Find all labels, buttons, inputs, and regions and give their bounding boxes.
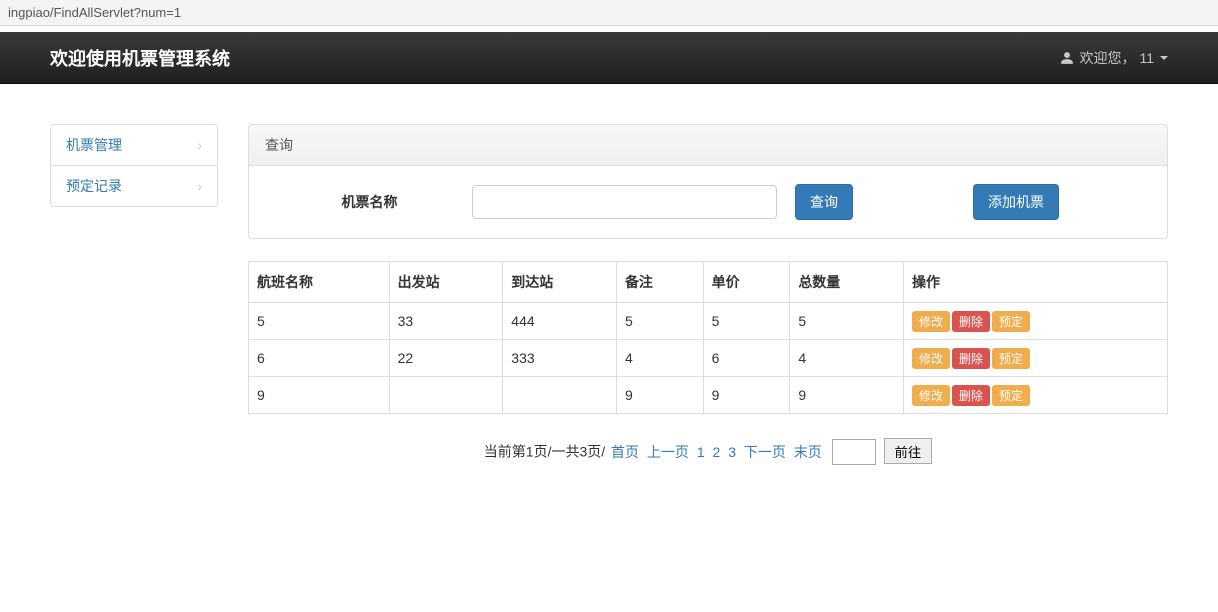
sidebar: 机票管理 › 预定记录 ›: [50, 124, 218, 489]
book-button[interactable]: 预定: [992, 348, 1030, 369]
page-2[interactable]: 2: [713, 444, 721, 460]
sidebar-item-label: 机票管理: [66, 135, 122, 155]
table-row: 622333464修改删除预定: [249, 340, 1168, 377]
ops-cell: 修改删除预定: [903, 340, 1167, 377]
tickets-table: 航班名称 出发站 到达站 备注 单价 总数量 操作 533444555修改删除预…: [248, 261, 1168, 414]
pagination: 当前第1页/一共3页/ 首页 上一页 1 2 3 下一页 末页 前往: [248, 414, 1168, 489]
add-ticket-button[interactable]: 添加机票: [973, 184, 1059, 220]
search-button[interactable]: 查询: [795, 184, 853, 220]
ops-cell: 修改删除预定: [903, 303, 1167, 340]
table-cell: 5: [703, 303, 790, 340]
table-row: 533444555修改删除预定: [249, 303, 1168, 340]
app-title: 欢迎使用机票管理系统: [50, 45, 230, 71]
table-cell: 9: [703, 377, 790, 414]
user-menu[interactable]: 欢迎您， 11: [1060, 48, 1168, 68]
table-cell: [389, 377, 503, 414]
panel-title: 查询: [249, 125, 1167, 166]
edit-button[interactable]: 修改: [912, 385, 950, 406]
sidebar-item-label: 预定记录: [66, 176, 122, 196]
col-ops: 操作: [903, 262, 1167, 303]
delete-button[interactable]: 删除: [952, 385, 990, 406]
table-cell: 5: [616, 303, 703, 340]
table-cell: 5: [790, 303, 904, 340]
sidebar-item-tickets[interactable]: 机票管理 ›: [51, 125, 217, 166]
book-button[interactable]: 预定: [992, 311, 1030, 332]
table-cell: 9: [616, 377, 703, 414]
page-1[interactable]: 1: [697, 444, 705, 460]
page-last[interactable]: 末页: [794, 444, 822, 460]
table-cell: 6: [703, 340, 790, 377]
page-prev[interactable]: 上一页: [647, 444, 689, 460]
search-input[interactable]: [472, 185, 777, 219]
table-cell: 9: [790, 377, 904, 414]
table-cell: 9: [249, 377, 390, 414]
edit-button[interactable]: 修改: [912, 311, 950, 332]
book-button[interactable]: 预定: [992, 385, 1030, 406]
page-number-input[interactable]: [832, 439, 876, 465]
main-content: 查询 机票名称 查询 添加机票 航班名称 出发站 到达站 备注 单价 总数量 操…: [248, 124, 1168, 489]
page-info: 当前第1页/一共3页/: [484, 444, 605, 460]
table-header-row: 航班名称 出发站 到达站 备注 单价 总数量 操作: [249, 262, 1168, 303]
page-go-button[interactable]: 前往: [884, 438, 933, 464]
col-price: 单价: [703, 262, 790, 303]
user-greeting: 欢迎您，: [1080, 48, 1136, 68]
col-to: 到达站: [503, 262, 617, 303]
col-note: 备注: [616, 262, 703, 303]
table-cell: [503, 377, 617, 414]
chevron-right-icon: ›: [197, 178, 202, 194]
col-from: 出发站: [389, 262, 503, 303]
browser-url-bar[interactable]: ingpiao/FindAllServlet?num=1: [0, 0, 1218, 26]
user-icon: [1060, 51, 1074, 65]
user-name: 11: [1139, 50, 1154, 66]
caret-down-icon: [1160, 56, 1168, 60]
delete-button[interactable]: 删除: [952, 348, 990, 369]
ops-cell: 修改删除预定: [903, 377, 1167, 414]
page-3[interactable]: 3: [728, 444, 736, 460]
delete-button[interactable]: 删除: [952, 311, 990, 332]
table-cell: 333: [503, 340, 617, 377]
page-next[interactable]: 下一页: [744, 444, 786, 460]
col-qty: 总数量: [790, 262, 904, 303]
table-cell: 444: [503, 303, 617, 340]
page-first[interactable]: 首页: [611, 444, 639, 460]
table-cell: 22: [389, 340, 503, 377]
search-panel: 查询 机票名称 查询 添加机票: [248, 124, 1168, 239]
col-name: 航班名称: [249, 262, 390, 303]
table-cell: 6: [249, 340, 390, 377]
table-cell: 5: [249, 303, 390, 340]
table-cell: 4: [616, 340, 703, 377]
table-row: 9999修改删除预定: [249, 377, 1168, 414]
sidebar-item-bookings[interactable]: 预定记录 ›: [51, 166, 217, 206]
table-cell: 33: [389, 303, 503, 340]
edit-button[interactable]: 修改: [912, 348, 950, 369]
chevron-right-icon: ›: [197, 137, 202, 153]
search-label: 机票名称: [267, 192, 472, 212]
table-cell: 4: [790, 340, 904, 377]
navbar: 欢迎使用机票管理系统 欢迎您， 11: [0, 32, 1218, 84]
